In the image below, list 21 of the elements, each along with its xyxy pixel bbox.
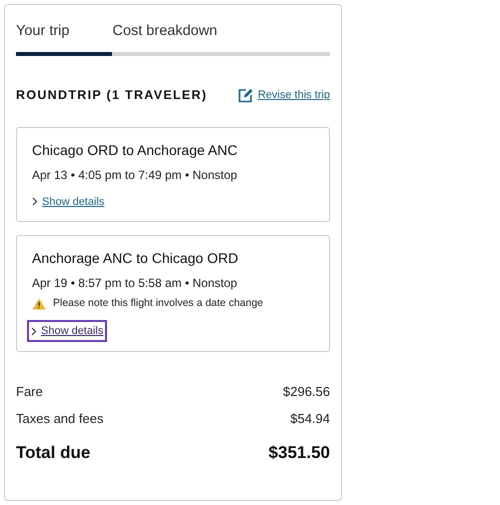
date-change-note: Please note this flight involves a date change: [53, 296, 264, 311]
show-details-link[interactable]: Show details: [29, 322, 106, 340]
chevron-icon: [32, 197, 38, 206]
flight-route: Chicago ORD to Anchorage ANC: [32, 140, 238, 160]
total-label: Total due: [16, 442, 90, 464]
cost-amount: $54.94: [290, 410, 330, 428]
cost-label: Taxes and fees: [16, 410, 104, 428]
show-details-link[interactable]: Show details: [32, 194, 104, 210]
total-amount: $351.50: [268, 442, 330, 464]
flight-schedule: Apr 19 • 8:57 pm to 5:58 am • Nonstop: [32, 275, 238, 292]
flight-route: Anchorage ANC to Chicago ORD: [32, 249, 240, 268]
cost-amount: $296.56: [283, 383, 330, 402]
edit-icon: [238, 88, 253, 103]
cost-label: Fare: [16, 383, 43, 402]
revise-trip-link[interactable]: Revise this trip: [238, 86, 330, 104]
tab[interactable]: Your trip: [16, 21, 112, 56]
chevron-icon: [31, 326, 37, 336]
flight-schedule: Apr 13 • 4:05 pm to 7:49 pm • Nonstop: [32, 166, 238, 184]
trip-heading: ROUNDTRIP (1 TRAVELER): [16, 86, 208, 104]
tab[interactable]: Cost breakdown: [112, 21, 330, 56]
warning-icon: [32, 298, 46, 310]
